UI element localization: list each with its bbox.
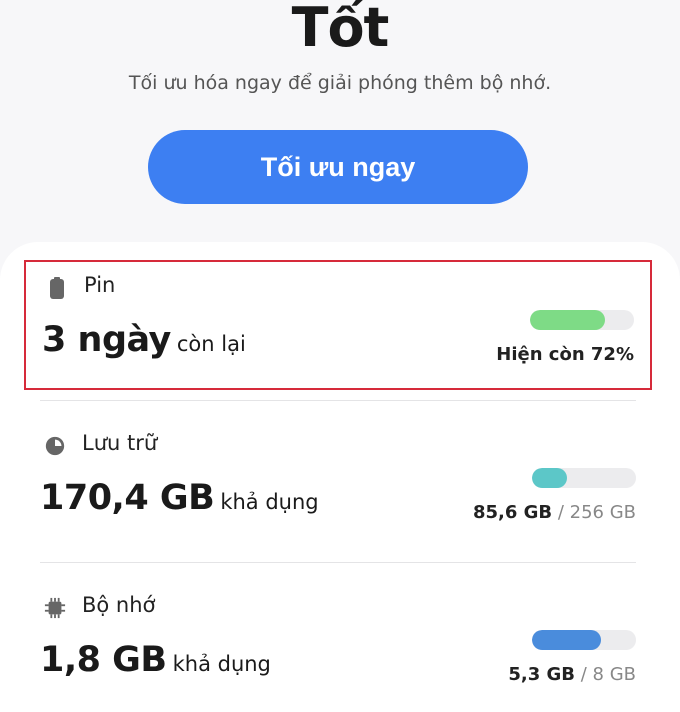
battery-bar [530, 310, 634, 330]
battery-remaining: 3 ngày còn lại [42, 320, 246, 360]
storage-section[interactable]: Lưu trữ 170,4 GB khả dụng 85,6 GB / 256 G… [24, 420, 652, 550]
memory-usage: 5,3 GB / 8 GB [508, 664, 636, 685]
storage-usage: 85,6 GB / 256 GB [473, 502, 636, 523]
battery-status: Hiện còn 72% [496, 344, 634, 365]
battery-label: Pin [84, 273, 116, 297]
divider [40, 562, 636, 563]
memory-total: 8 GB [592, 664, 636, 685]
memory-bar-fill [532, 630, 601, 650]
storage-bar-fill [532, 468, 567, 488]
storage-bar [532, 468, 636, 488]
storage-label: Lưu trữ [82, 431, 158, 455]
memory-section[interactable]: Bộ nhớ 1,8 GB khả dụng 5,3 GB / 8 GB [24, 582, 652, 712]
status-title: Tốt [291, 0, 390, 59]
memory-available: 1,8 GB khả dụng [40, 640, 271, 680]
storage-available: 170,4 GB khả dụng [40, 478, 319, 518]
storage-total: 256 GB [569, 502, 636, 523]
storage-suffix: khả dụng [220, 490, 319, 514]
memory-chip-icon [44, 597, 66, 619]
device-care-card: Pin 3 ngày còn lại Hiện còn 72% Lưu trữ 1… [0, 242, 680, 712]
memory-label: Bộ nhớ [82, 593, 156, 617]
optimize-now-button[interactable]: Tối ưu ngay [148, 130, 528, 204]
storage-value: 170,4 GB [40, 478, 215, 518]
memory-bar [532, 630, 636, 650]
battery-suffix: còn lại [176, 332, 246, 356]
battery-icon [50, 277, 64, 299]
battery-value: 3 ngày [42, 320, 171, 360]
status-subtitle: Tối ưu hóa ngay để giải phóng thêm bộ nh… [128, 72, 552, 94]
battery-bar-fill [530, 310, 605, 330]
battery-section[interactable]: Pin 3 ngày còn lại Hiện còn 72% [24, 260, 652, 390]
memory-separator: / [575, 664, 593, 685]
battery-status-text: Hiện còn 72% [496, 344, 634, 365]
storage-pie-icon [45, 436, 65, 456]
memory-used: 5,3 GB [508, 664, 575, 685]
memory-value: 1,8 GB [40, 640, 167, 680]
storage-used: 85,6 GB [472, 502, 553, 523]
divider [40, 400, 636, 401]
storage-separator: / [552, 502, 570, 523]
memory-suffix: khả dụng [172, 652, 271, 676]
